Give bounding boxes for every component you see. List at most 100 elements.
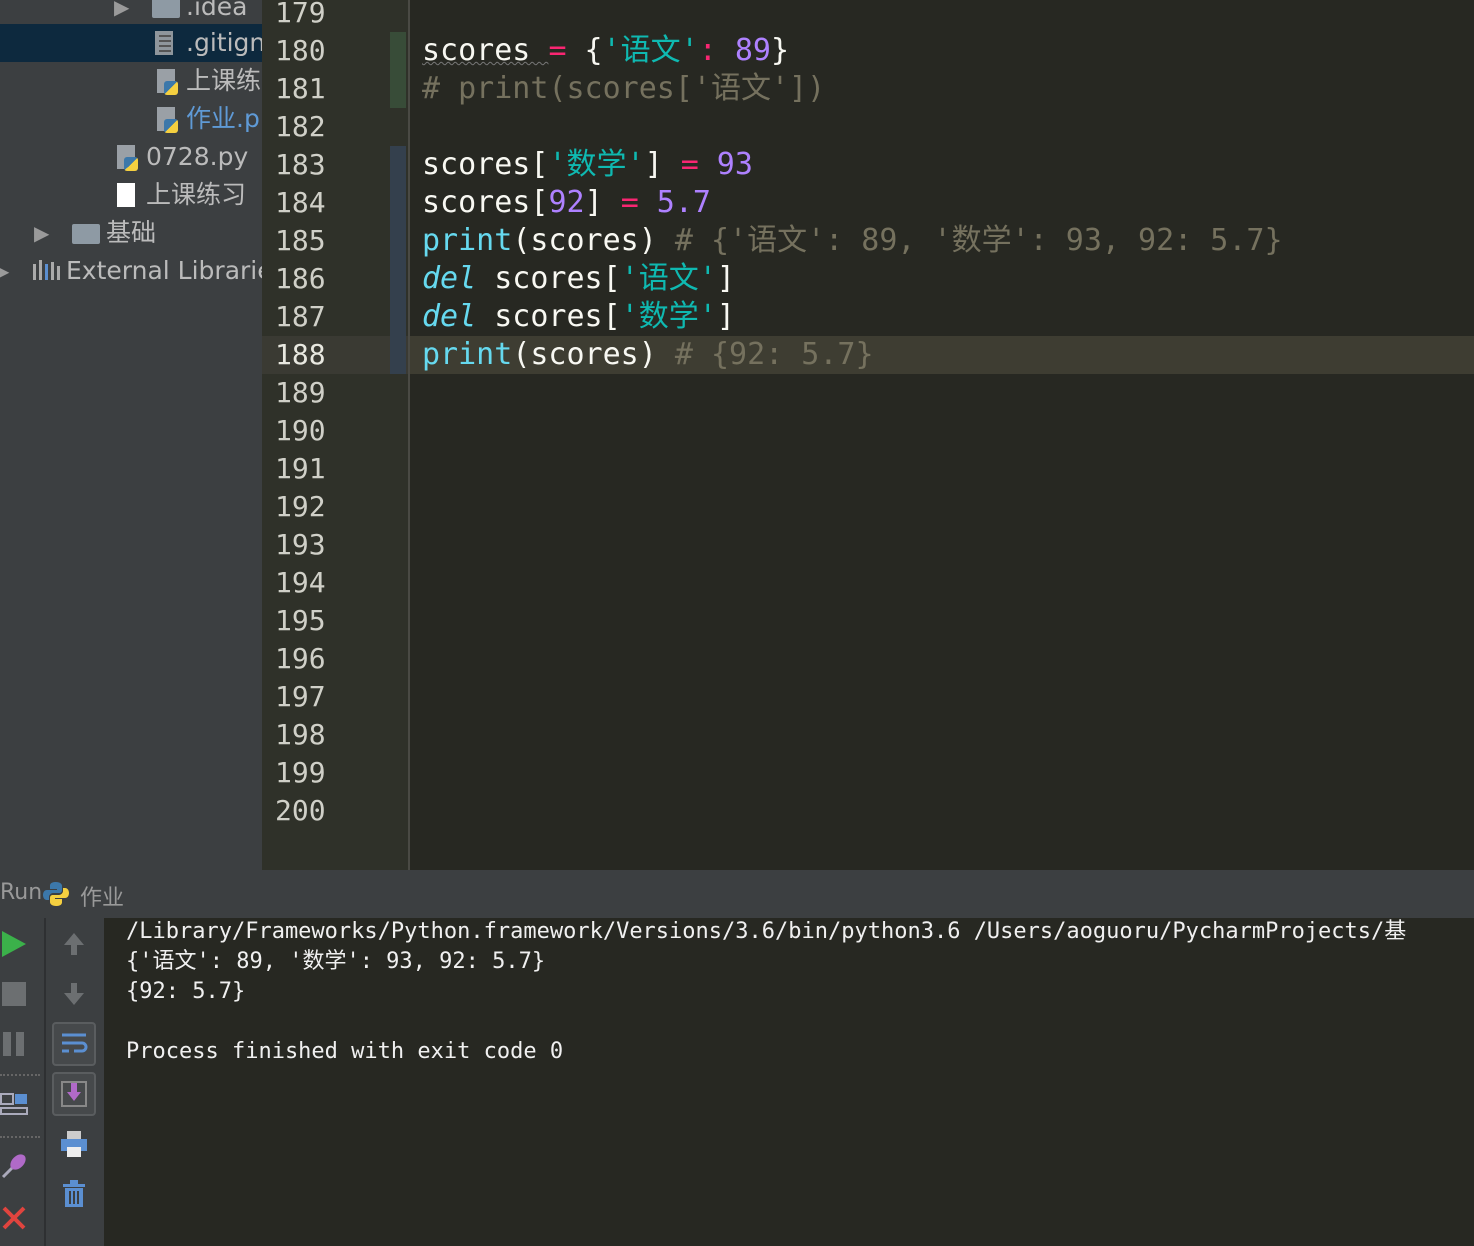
tree-item-basics[interactable]: ▶ 基础: [0, 214, 262, 252]
code-token: (scores): [512, 223, 675, 258]
python-file-icon: [154, 105, 178, 133]
code-line-181[interactable]: # print(scores['语文']): [422, 70, 825, 108]
scroll-to-end-icon[interactable]: [52, 1072, 96, 1116]
rerun-icon[interactable]: [0, 924, 34, 964]
folder-icon: [152, 0, 180, 18]
code-token: ]: [584, 185, 621, 220]
vcs-added-marker[interactable]: [390, 32, 406, 108]
line-number[interactable]: 194: [275, 564, 385, 602]
line-number[interactable]: 186: [275, 260, 385, 298]
line-number[interactable]: 200: [275, 792, 385, 830]
code-line-186[interactable]: del scores['语文']: [422, 260, 735, 298]
code-line-187[interactable]: del scores['数学']: [422, 298, 735, 336]
code-keyword: del: [422, 261, 477, 296]
code-token: 89: [716, 33, 771, 68]
code-comment: # {92: 5.7}: [674, 337, 874, 372]
line-number[interactable]: 196: [275, 640, 385, 678]
vcs-modified-marker[interactable]: [390, 146, 406, 374]
code-token: '数学': [548, 147, 645, 182]
folder-icon: [72, 224, 100, 244]
tree-item-class-practice[interactable]: 上课练习: [0, 176, 262, 214]
python-file-icon: [114, 143, 138, 171]
code-token: =: [548, 33, 567, 68]
code-token: (scores): [512, 337, 675, 372]
console-line: Process finished with exit code 0: [126, 1039, 564, 1064]
line-number[interactable]: 180: [275, 32, 385, 70]
line-number[interactable]: 193: [275, 526, 385, 564]
scroll-down-icon[interactable]: [54, 974, 94, 1014]
code-token: 92: [548, 185, 585, 220]
text-file-icon: [152, 29, 176, 57]
code-token: print: [422, 337, 513, 372]
expand-arrow-icon[interactable]: ▶: [114, 0, 129, 26]
code-keyword: del: [422, 299, 477, 334]
line-number[interactable]: 199: [275, 754, 385, 792]
code-line-184[interactable]: scores[92] = 5.7: [422, 184, 711, 222]
tree-item-label: 上课练: [186, 66, 262, 95]
line-number[interactable]: 188: [275, 336, 385, 374]
line-number[interactable]: 197: [275, 678, 385, 716]
line-number[interactable]: 192: [275, 488, 385, 526]
soft-wrap-icon[interactable]: [52, 1022, 96, 1066]
print-icon[interactable]: [54, 1124, 94, 1164]
expand-arrow-icon[interactable]: ▶: [0, 252, 9, 290]
tree-item-gitignore[interactable]: .gitign: [0, 24, 262, 62]
tree-item-label: 0728.py: [146, 142, 249, 171]
code-token: ]: [716, 299, 735, 334]
line-number[interactable]: 198: [275, 716, 385, 754]
line-number[interactable]: 189: [275, 374, 385, 412]
line-number[interactable]: 191: [275, 450, 385, 488]
code-token: scores[: [476, 261, 621, 296]
run-toolbar: [0, 918, 104, 1246]
tree-item-label: External Librarie: [66, 256, 262, 285]
python-icon: [42, 880, 70, 908]
console-line: /Library/Frameworks/Python.framework/Ver…: [126, 919, 1407, 944]
line-number[interactable]: 195: [275, 602, 385, 640]
code-token: ]: [644, 147, 681, 182]
code-comment: # {'语文': 89, '数学': 93, 92: 5.7}: [674, 223, 1283, 258]
run-config-name[interactable]: 作业: [80, 880, 124, 912]
trash-icon[interactable]: [54, 1174, 94, 1214]
tree-item-external-libraries[interactable]: ▶ External Librarie: [0, 252, 262, 290]
code-line-185[interactable]: print(scores) # {'语文': 89, '数学': 93, 92:…: [422, 222, 1283, 260]
line-number[interactable]: 181: [275, 70, 385, 108]
code-token: print: [422, 223, 513, 258]
code-token: scores: [422, 33, 549, 68]
tree-item-label: 作业.p: [186, 104, 260, 133]
line-number[interactable]: 184: [275, 184, 385, 222]
code-token: scores[: [422, 185, 549, 220]
line-number[interactable]: 182: [275, 108, 385, 146]
stop-icon[interactable]: [0, 974, 34, 1014]
tree-item-homework-py[interactable]: 作业.p: [0, 100, 262, 138]
pause-icon[interactable]: [0, 1024, 34, 1064]
scroll-up-icon[interactable]: [54, 924, 94, 964]
run-panel-header: Run 作业: [0, 870, 1474, 918]
line-number[interactable]: 179: [275, 0, 385, 32]
line-number[interactable]: 190: [275, 412, 385, 450]
code-token: :: [698, 33, 717, 68]
pin-icon[interactable]: [0, 1146, 34, 1186]
code-token: '语文': [602, 33, 699, 68]
tree-item-0728-py[interactable]: 0728.py: [0, 138, 262, 176]
file-icon: [114, 181, 138, 209]
expand-arrow-icon[interactable]: ▶: [34, 214, 49, 252]
code-line-188[interactable]: print(scores) # {92: 5.7}: [422, 336, 874, 374]
code-line-180[interactable]: scores = {'语文': 89}: [422, 32, 789, 70]
code-token: ]: [716, 261, 735, 296]
code-comment: # print(scores['语文']): [422, 71, 826, 106]
close-icon[interactable]: [0, 1198, 34, 1238]
console-line: {'语文': 89, '数学': 93, 92: 5.7}: [126, 949, 546, 974]
run-panel-label: Run: [0, 880, 43, 905]
python-file-icon: [154, 67, 178, 95]
layout-icon[interactable]: [0, 1084, 34, 1124]
code-token: }: [771, 33, 790, 68]
tree-item-class-practice-py[interactable]: 上课练: [0, 62, 262, 100]
code-token: '数学': [620, 299, 717, 334]
tree-item-idea[interactable]: ▶ .idea: [0, 0, 262, 26]
line-number[interactable]: 187: [275, 298, 385, 336]
project-tree: ▶ .idea .gitign 上课练 作业.p 0728.py 上课练习 ▶ …: [0, 0, 262, 870]
code-line-183[interactable]: scores['数学'] = 93: [422, 146, 753, 184]
line-number[interactable]: 183: [275, 146, 385, 184]
line-number[interactable]: 185: [275, 222, 385, 260]
code-token: scores[: [476, 299, 621, 334]
